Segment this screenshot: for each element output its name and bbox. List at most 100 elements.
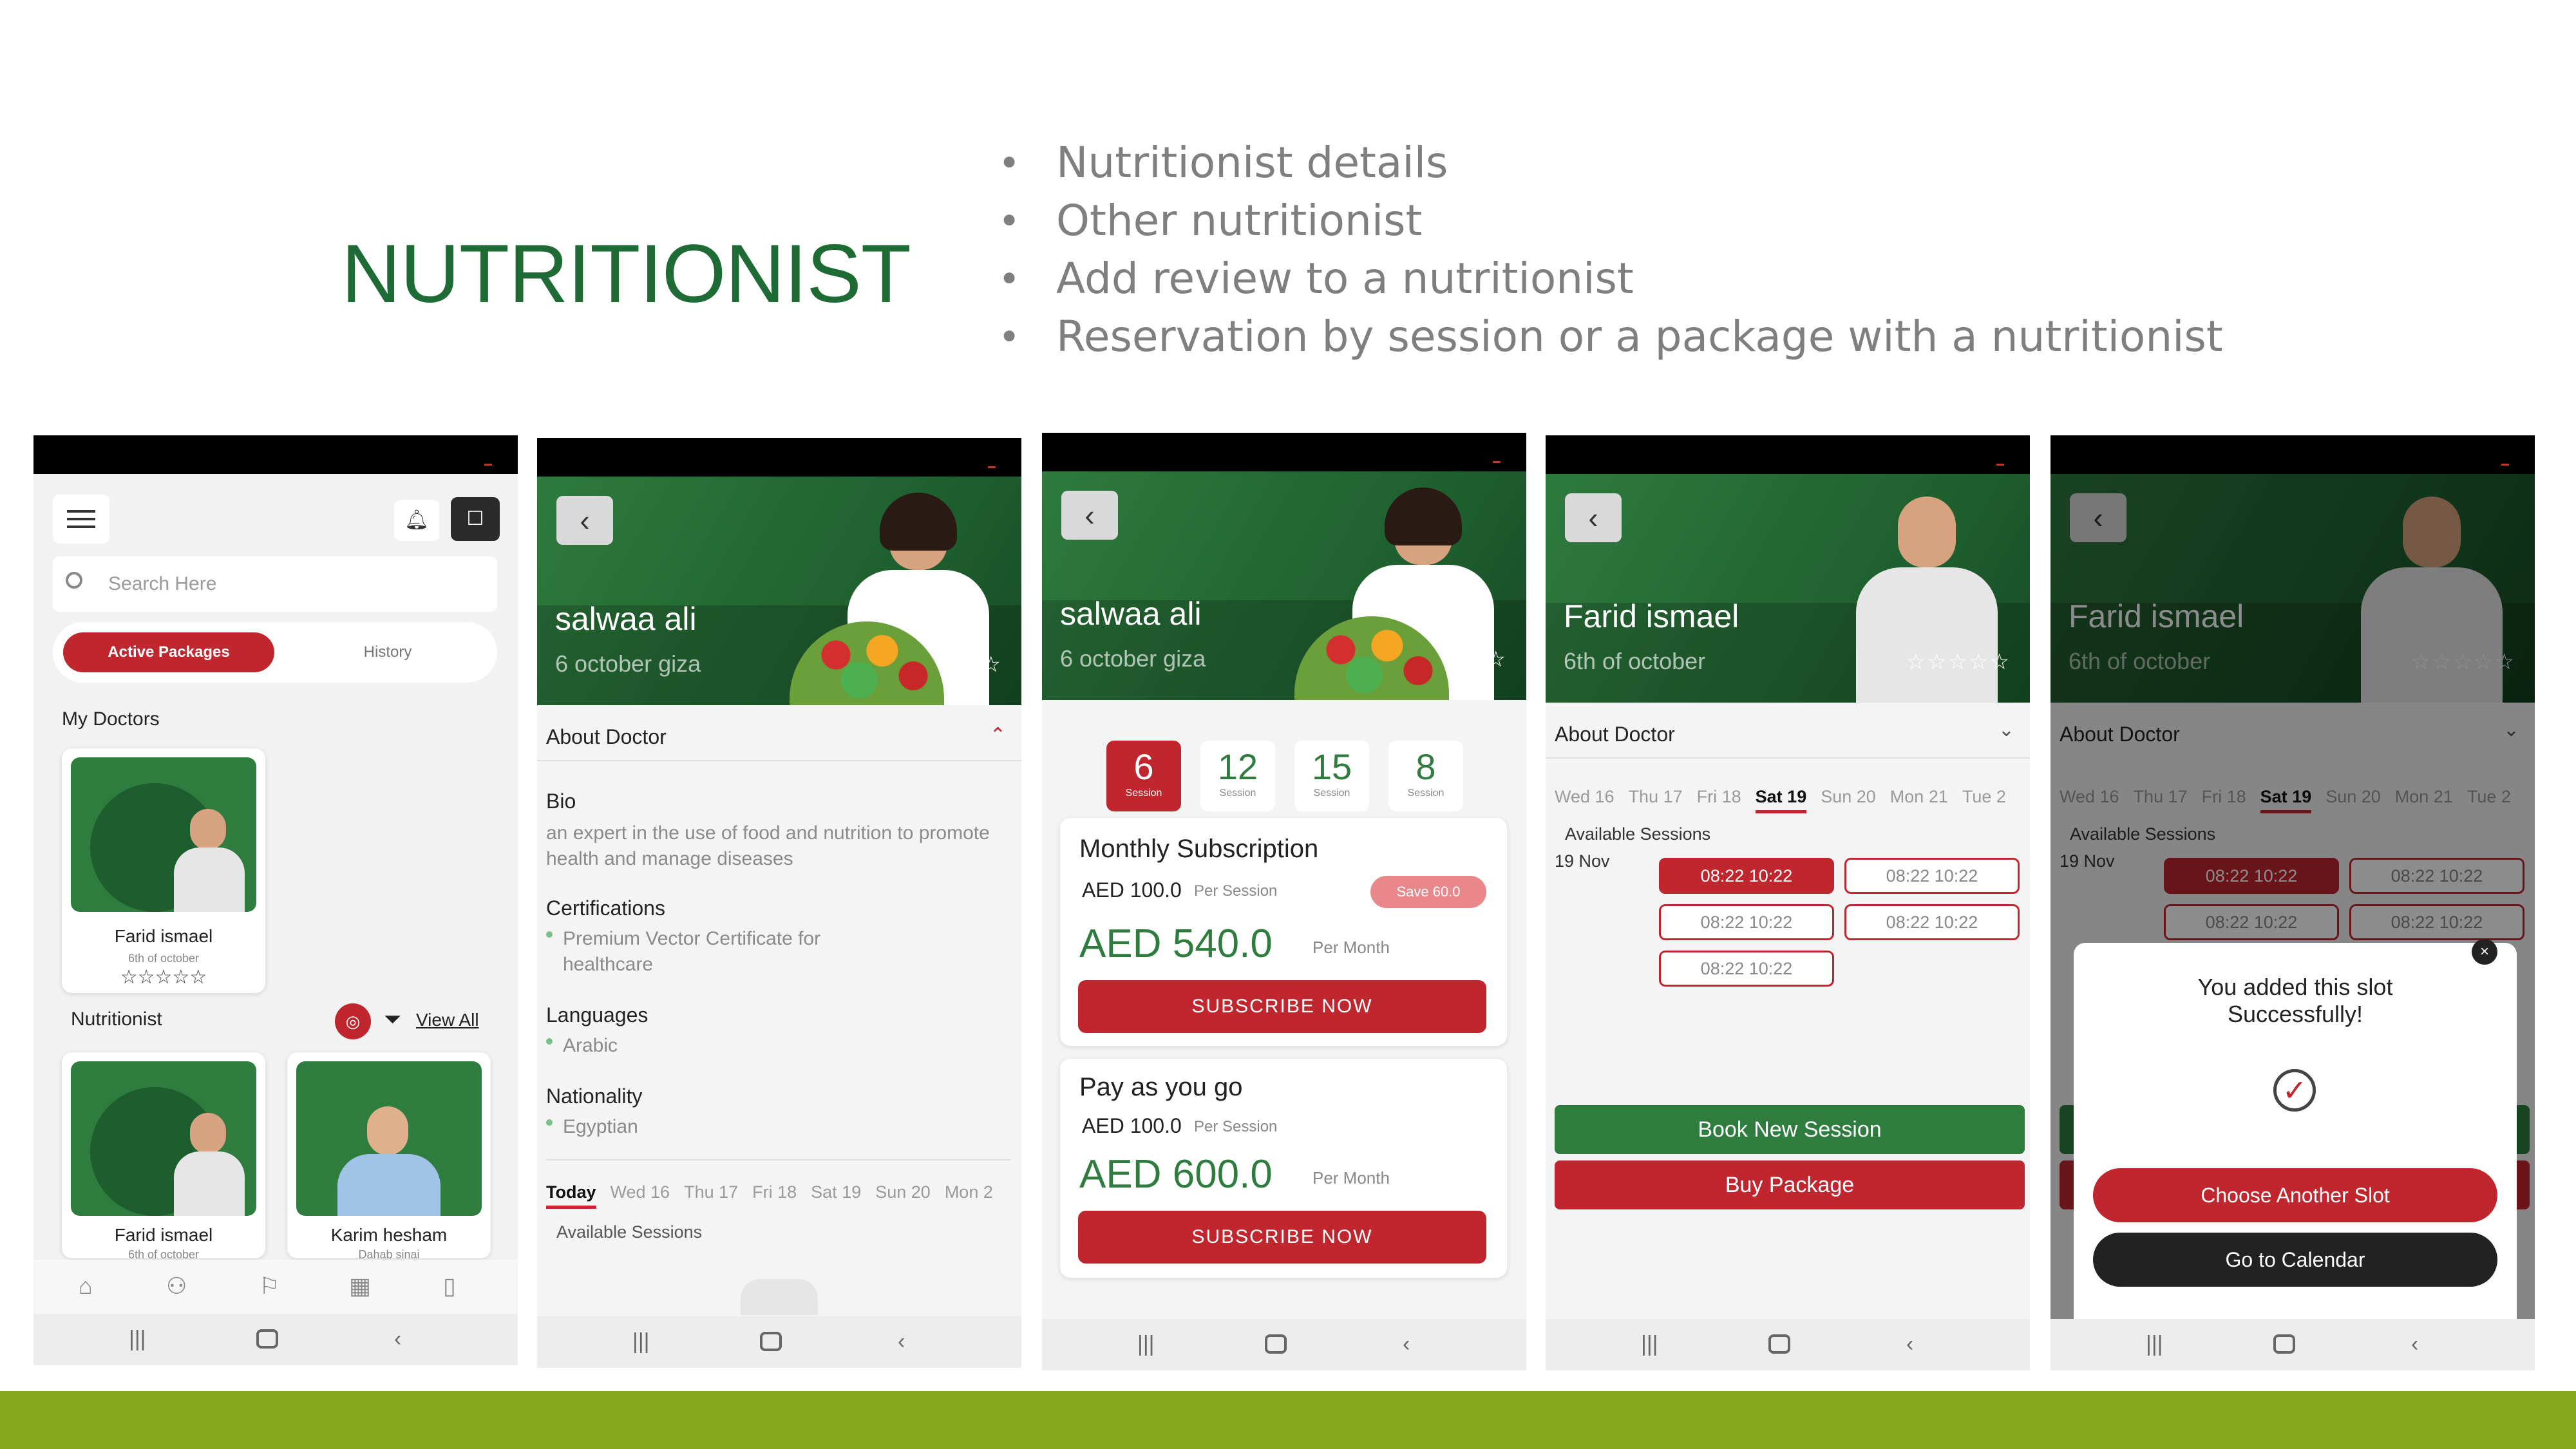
nutritionist-card[interactable]: Karim hesham Dahab sinai (287, 1052, 491, 1261)
about-doctor-header[interactable]: About Doctor (546, 725, 667, 749)
tab-active-packages[interactable]: Active Packages (63, 632, 274, 672)
home-button-icon[interactable] (1768, 1334, 1790, 1354)
session-option[interactable]: 6 Session (1106, 741, 1181, 811)
back-nav-icon[interactable]: ‹ (898, 1329, 905, 1354)
profile-button[interactable]: ☐ (451, 497, 500, 541)
chevron-up-icon[interactable]: ⌃ (990, 724, 1006, 746)
back-nav-icon[interactable]: ‹ (1906, 1332, 1913, 1357)
home-button-icon[interactable] (760, 1332, 782, 1351)
doctor-photo (71, 757, 256, 912)
session-option[interactable]: 8 Session (1388, 741, 1463, 811)
buy-package-button[interactable]: Buy Package (1555, 1160, 2025, 1209)
filter-icon[interactable]: ⏷ (384, 1007, 401, 1032)
language-item: Arabic (546, 1033, 618, 1059)
footer-accent-bar (0, 1391, 2576, 1449)
search-bar[interactable]: Search Here (53, 556, 497, 612)
menu-icon (67, 510, 95, 513)
feature-item: Nutritionist details (998, 134, 2223, 192)
day-selector: Today Wed 16 Thu 17 Fri 18 Sat 19 Sun 20 Mon 2 (546, 1182, 1007, 1209)
day-tab[interactable]: Sat 19 (1755, 787, 1807, 813)
phone-doctor-details: ‹ salwaa ali 6 october giza ☆☆☆ About Do… (537, 438, 1021, 1368)
people-icon[interactable]: ⚇ (166, 1273, 187, 1300)
back-nav-icon[interactable]: ‹ (1403, 1332, 1410, 1357)
time-slot[interactable]: 08:22 10:22 (1659, 858, 1834, 894)
home-icon[interactable]: ⌂ (79, 1273, 93, 1300)
back-nav-icon[interactable]: ‹ (2411, 1332, 2418, 1357)
session-option[interactable]: 15 Session (1294, 741, 1369, 811)
available-sessions-label: Available Sessions (1565, 824, 1711, 844)
day-tab[interactable]: Tue 2 (1962, 787, 2006, 806)
success-message: You added this slot Successfully! (2197, 974, 2393, 1027)
subscribe-now-button[interactable]: SUBSCRIBE NOW (1078, 980, 1486, 1033)
status-bar (1042, 433, 1526, 471)
back-button[interactable]: ‹ (1565, 493, 1622, 542)
checkmark-icon: ✓ (2273, 1069, 2316, 1112)
notifications-button[interactable]: 🔔︎ (394, 500, 439, 541)
home-button-icon[interactable] (256, 1329, 278, 1349)
day-tab[interactable]: Mon 2 (945, 1182, 993, 1202)
tab-history[interactable]: History (285, 632, 491, 672)
presentation-slide: NUTRITIONIST Nutritionist details Other … (0, 0, 2576, 1449)
search-input[interactable]: Search Here (108, 573, 216, 595)
time-slot[interactable]: 08:22 10:22 (1659, 904, 1834, 940)
recents-icon[interactable]: ||| (632, 1329, 650, 1354)
chevron-left-icon: ‹ (1084, 498, 1095, 532)
day-tab[interactable]: Sun 20 (1821, 787, 1876, 806)
back-button[interactable]: ‹ (1061, 491, 1118, 540)
home-button-icon[interactable] (1265, 1334, 1287, 1354)
nutritionist-card[interactable]: Farid ismael 6th of october (62, 1052, 265, 1261)
session-option[interactable]: 12 Session (1200, 741, 1275, 811)
doctor-location: 6th of october (128, 952, 200, 965)
system-nav-bar: ||| ‹ (33, 1314, 518, 1365)
robot-icon: ☐ (466, 508, 484, 529)
bell-icon: 🔔︎ (404, 509, 430, 531)
go-to-calendar-button[interactable]: Go to Calendar (2093, 1233, 2497, 1287)
location-filter-button[interactable]: ◎ (335, 1003, 371, 1039)
day-tab[interactable]: Wed 16 (1555, 787, 1615, 806)
time-slot[interactable]: 08:22 10:22 (1844, 904, 2020, 940)
choose-another-slot-button[interactable]: Choose Another Slot (2093, 1168, 2497, 1222)
recents-icon[interactable]: ||| (2146, 1332, 2163, 1357)
rating-stars[interactable]: ☆☆☆ (940, 652, 1002, 677)
chevron-down-icon[interactable]: ⌄ (1998, 719, 2014, 741)
calendar-icon[interactable]: ▦ (349, 1273, 371, 1300)
doctor-name: salwaa ali (1060, 596, 1202, 632)
flag-icon[interactable]: ⚐ (259, 1273, 279, 1300)
back-nav-icon[interactable]: ‹ (394, 1327, 401, 1352)
about-doctor-header[interactable]: About Doctor (1555, 723, 1675, 746)
session-date: 19 Nov (1555, 851, 1610, 871)
rating-stars[interactable]: ☆☆☆☆☆ (1906, 649, 2011, 675)
nutritionist-photo (71, 1061, 256, 1216)
rating-stars[interactable]: ☆☆☆ (1444, 647, 1507, 672)
day-tab[interactable]: Fri 18 (752, 1182, 797, 1202)
slide-title: NUTRITIONIST (341, 228, 911, 320)
day-tab[interactable]: Mon 21 (1890, 787, 1948, 806)
per-session-label: Per Session (1194, 882, 1278, 900)
save-badge: Save 60.0 (1370, 876, 1486, 908)
location-pin-icon: ◎ (345, 1012, 361, 1031)
day-tab[interactable]: Today (546, 1182, 596, 1209)
day-tab[interactable]: Wed 16 (611, 1182, 670, 1202)
day-tab[interactable]: Sun 20 (875, 1182, 931, 1202)
phone-icon[interactable]: ▯ (443, 1273, 456, 1300)
subscribe-now-button[interactable]: SUBSCRIBE NOW (1078, 1211, 1486, 1264)
my-doctor-card[interactable]: Farid ismael 6th of october ☆☆☆☆☆ (62, 748, 265, 993)
time-slot[interactable]: 08:22 10:22 (1659, 951, 1834, 987)
home-button-icon[interactable] (2273, 1334, 2295, 1354)
phone-packages: ‹ salwaa ali 6 october giza ☆☆☆ 6 Session… (1042, 433, 1526, 1370)
recents-icon[interactable]: ||| (1641, 1332, 1658, 1357)
close-button[interactable]: × (2472, 939, 2497, 965)
day-tab[interactable]: Thu 17 (1629, 787, 1683, 806)
recents-icon[interactable]: ||| (129, 1327, 146, 1352)
day-tab[interactable]: Fri 18 (1697, 787, 1741, 806)
back-button[interactable]: ‹ (556, 496, 613, 545)
recents-icon[interactable]: ||| (1137, 1332, 1155, 1357)
menu-button[interactable] (53, 495, 109, 544)
book-new-session-button[interactable]: Book New Session (1555, 1105, 2025, 1154)
day-tab[interactable]: Thu 17 (684, 1182, 738, 1202)
nutritionist-photo (296, 1061, 482, 1216)
view-all-link[interactable]: View All (416, 1010, 479, 1030)
day-tab[interactable]: Sat 19 (811, 1182, 861, 1202)
time-slot[interactable]: 08:22 10:22 (1844, 858, 2020, 894)
doctor-name: Farid ismael (114, 926, 213, 946)
